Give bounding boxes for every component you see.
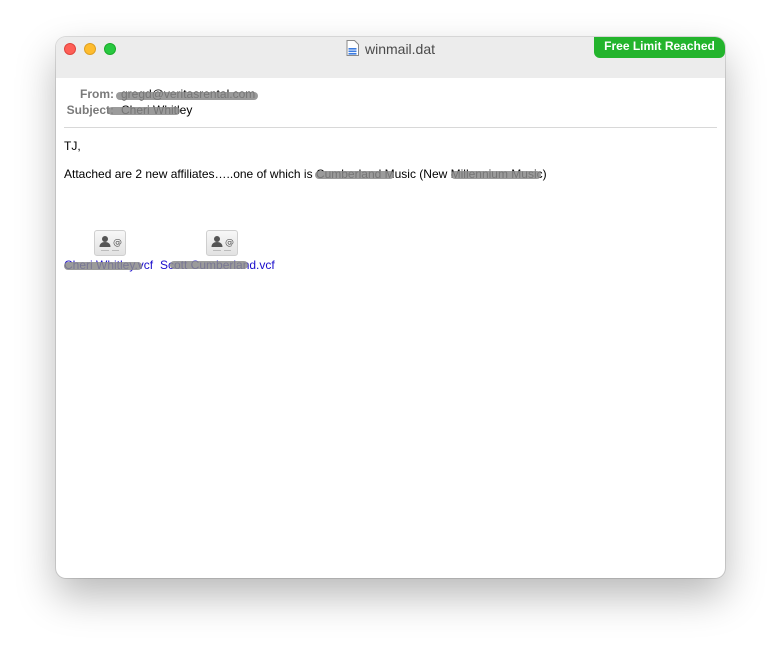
redaction-smudge bbox=[451, 171, 541, 179]
vcard-icon[interactable]: @ bbox=[206, 230, 238, 256]
redaction-smudge bbox=[64, 262, 142, 270]
message-greeting: TJ, bbox=[64, 139, 81, 153]
redaction-smudge bbox=[116, 92, 258, 100]
subject-label: Subject: bbox=[66, 103, 114, 117]
svg-text:@: @ bbox=[225, 238, 234, 248]
window-title: winmail.dat bbox=[364, 41, 436, 57]
vcard-icon[interactable]: @ bbox=[94, 230, 126, 256]
header-divider bbox=[64, 127, 717, 128]
free-limit-badge[interactable]: Free Limit Reached bbox=[594, 37, 725, 58]
from-label: From: bbox=[80, 87, 114, 101]
message-line: Attached are 2 new affiliates…..one of w… bbox=[64, 167, 547, 181]
redaction-smudge bbox=[315, 171, 394, 179]
mail-viewer-window: winmail.dat Free Limit Reached From: gre… bbox=[56, 37, 725, 578]
redaction-smudge bbox=[108, 107, 180, 115]
redaction-smudge bbox=[170, 261, 248, 269]
svg-text:@: @ bbox=[113, 238, 122, 248]
titlebar[interactable]: winmail.dat Free Limit Reached bbox=[56, 37, 725, 78]
document-icon bbox=[346, 40, 359, 59]
